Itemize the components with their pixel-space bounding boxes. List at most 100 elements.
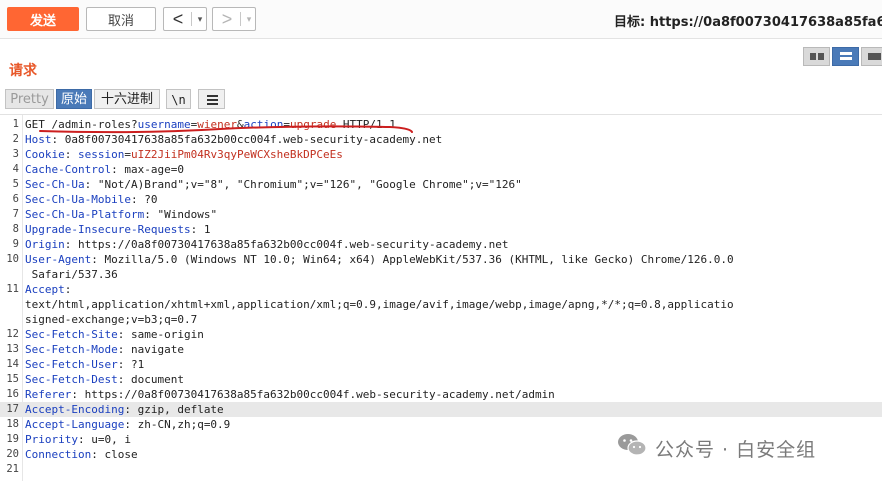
header-name: Priority <box>25 433 78 446</box>
header-value: GET /admin-roles? <box>25 118 138 131</box>
line-number: 4 <box>12 163 19 175</box>
forward-button[interactable]: > <box>215 8 239 30</box>
header-value: : navigate <box>117 343 184 356</box>
top-toolbar: 发送 取消 < ▾ > ▾ 目标: https://0a8f0073041763… <box>0 0 882 39</box>
header-name: Sec-Ch-Ua-Platform <box>25 208 145 221</box>
line-number: 6 <box>12 193 19 205</box>
line-number: 10 <box>6 253 19 265</box>
layout-single-pane-button[interactable] <box>861 47 882 66</box>
line-code: text/html,application/xhtml+xml,applicat… <box>25 297 734 312</box>
request-line[interactable]: 1 GET /admin-roles?username = wiener&action… <box>0 117 882 132</box>
request-line[interactable]: 5 Sec-Ch-Ua: "Not/A)Brand";v="8", "Chromi… <box>0 177 882 192</box>
back-button[interactable]: < <box>166 8 190 30</box>
request-line[interactable]: signed-exchange;v=b3;q=0.7 <box>0 312 882 327</box>
request-line[interactable]: 9 Origin: https://0a8f00730417638a85fa632… <box>0 237 882 252</box>
line-code: Cache-Control: max-age=0 <box>25 162 184 177</box>
request-line[interactable]: 15 Sec-Fetch-Dest: document <box>0 372 882 387</box>
request-line[interactable]: 17 Accept-Encoding: gzip, deflate <box>0 402 882 417</box>
header-value: : 1 <box>190 223 211 236</box>
header-name: username <box>137 118 191 131</box>
header-value: : ?1 <box>117 358 145 371</box>
header-name: Sec-Ch-Ua <box>25 178 85 191</box>
header-value: : same-origin <box>117 328 204 341</box>
line-number: 12 <box>6 328 19 340</box>
header-value: : 0a8f00730417638a85fa632b00cc004f.web-s… <box>51 133 443 146</box>
request-line[interactable]: 8 Upgrade-Insecure-Requests: 1 <box>0 222 882 237</box>
request-editor[interactable]: 1 GET /admin-roles?username = wiener&action… <box>0 114 882 481</box>
tab-hex[interactable]: 十六进制 <box>94 89 160 109</box>
param-value: uIZ2JiiPm04Rv3qyPeWCXsheBkDPCeEs <box>130 148 343 161</box>
send-button[interactable]: 发送 <box>7 7 79 31</box>
request-line[interactable]: 3 Cookie: session=uIZ2JiiPm04Rv3qyPeWCXsh… <box>0 147 882 162</box>
line-code: Priority: u=0, i <box>25 432 131 447</box>
line-code: Upgrade-Insecure-Requests: 1 <box>25 222 210 237</box>
hamburger-icon <box>207 99 218 101</box>
line-code: Sec-Ch-Ua-Mobile: ?0 <box>25 192 157 207</box>
cancel-button[interactable]: 取消 <box>86 7 156 31</box>
request-line[interactable]: Safari/537.36 <box>0 267 882 282</box>
target-url-label[interactable]: 目标: https://0a8f00730417638a85fa632b <box>614 11 882 30</box>
header-value: : close <box>91 448 138 461</box>
header-name: session <box>78 148 125 161</box>
line-code: Accept: <box>25 282 71 297</box>
request-line[interactable]: 6 Sec-Ch-Ua-Mobile: ?0 <box>0 192 882 207</box>
tab-pretty[interactable]: Pretty <box>5 89 54 109</box>
header-value: text/html,application/xhtml+xml,applicat… <box>25 298 734 311</box>
line-number: 7 <box>12 208 19 220</box>
line-number: 15 <box>6 373 19 385</box>
back-history-dropdown-icon[interactable]: ▾ <box>194 8 206 30</box>
header-name: Sec-Fetch-User <box>25 358 118 371</box>
header-value: : u=0, i <box>77 433 131 446</box>
header-value: : <box>64 148 78 161</box>
request-line[interactable]: 2 Host: 0a8f00730417638a85fa632b00cc004f.… <box>0 132 882 147</box>
header-value: Safari/537.36 <box>25 268 118 281</box>
param-value: upgrade <box>289 118 337 131</box>
line-number: 18 <box>6 418 19 430</box>
header-value: HTTP/1.1 <box>336 118 396 131</box>
line-code: Sec-Fetch-Mode: navigate <box>25 342 184 357</box>
header-name: Accept-Encoding <box>25 403 125 416</box>
show-newlines-button[interactable]: \n <box>166 89 191 109</box>
line-number: 16 <box>6 388 19 400</box>
header-name: Cookie <box>25 148 65 161</box>
header-name: Accept <box>25 283 65 296</box>
line-code: Sec-Fetch-Site: same-origin <box>25 327 204 342</box>
line-number: 19 <box>6 433 19 445</box>
request-line[interactable]: 14 Sec-Fetch-User: ?1 <box>0 357 882 372</box>
header-value: : "Not/A)Brand";v="8", "Chromium";v="126… <box>84 178 522 191</box>
layout-side-by-side-button[interactable] <box>803 47 830 66</box>
request-line[interactable]: 13 Sec-Fetch-Mode: navigate <box>0 342 882 357</box>
editor-menu-button[interactable] <box>198 89 225 109</box>
line-code: Host: 0a8f00730417638a85fa632b00cc004f.w… <box>25 132 442 147</box>
line-number: 2 <box>12 133 19 145</box>
request-line[interactable]: 7 Sec-Ch-Ua-Platform: "Windows" <box>0 207 882 222</box>
request-line[interactable]: 18 Accept-Language: zh-CN,zh;q=0.9 <box>0 417 882 432</box>
hamburger-icon <box>207 103 218 105</box>
nav-separator <box>191 12 192 26</box>
forward-history-dropdown-icon[interactable]: ▾ <box>243 8 255 30</box>
line-number: 17 <box>6 403 19 415</box>
header-value: : <box>64 283 72 296</box>
tab-raw[interactable]: 原始 <box>56 89 92 109</box>
layout-stacked-button[interactable] <box>832 47 859 66</box>
header-value: = <box>283 118 290 131</box>
line-number: 14 <box>6 358 19 370</box>
line-number: 5 <box>12 178 19 190</box>
header-value: : https://0a8f00730417638a85fa632b00cc00… <box>64 238 509 251</box>
line-code: Cookie: session=uIZ2JiiPm04Rv3qyPeWCXshe… <box>25 147 343 162</box>
line-number: 3 <box>12 148 19 160</box>
request-line[interactable]: 16 Referer: https://0a8f00730417638a85fa6… <box>0 387 882 402</box>
request-line[interactable]: 11 Accept: <box>0 282 882 297</box>
header-name: action <box>243 118 284 131</box>
header-value: signed-exchange;v=b3;q=0.7 <box>25 313 198 326</box>
line-code: Connection: close <box>25 447 138 462</box>
line-code: Origin: https://0a8f00730417638a85fa632b… <box>25 237 508 252</box>
request-line[interactable]: 10 User-Agent: Mozilla/5.0 (Windows NT 10… <box>0 252 882 267</box>
request-line[interactable]: text/html,application/xhtml+xml,applicat… <box>0 297 882 312</box>
request-line[interactable]: 4 Cache-Control: max-age=0 <box>0 162 882 177</box>
header-value: = <box>124 148 131 161</box>
columns-icon <box>818 53 824 60</box>
header-value: : zh-CN,zh;q=0.9 <box>124 418 231 431</box>
request-line[interactable]: 12 Sec-Fetch-Site: same-origin <box>0 327 882 342</box>
request-line[interactable]: 21 <box>0 462 882 477</box>
